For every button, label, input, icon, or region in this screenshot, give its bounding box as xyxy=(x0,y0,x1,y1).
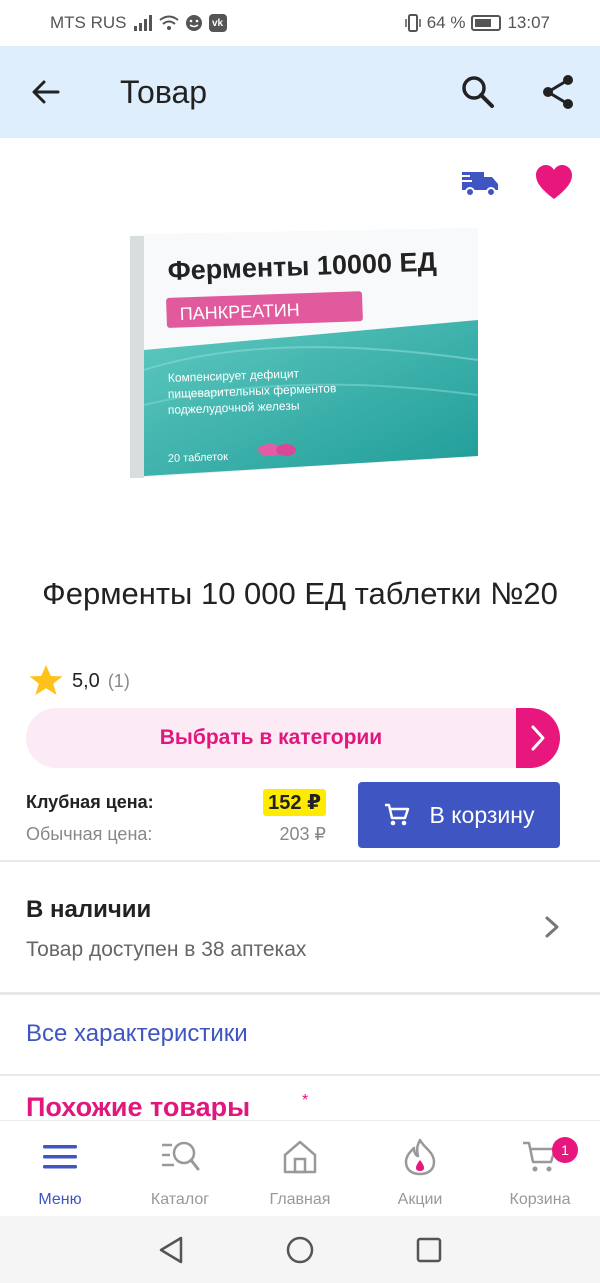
vk-icon: vk xyxy=(208,14,227,32)
divider xyxy=(0,992,600,995)
recents-square-icon[interactable] xyxy=(415,1236,443,1264)
rating[interactable]: 5,0 (1) xyxy=(28,664,130,698)
rating-value: 5,0 xyxy=(72,669,100,692)
stock-subtitle: Товар доступен в 38 аптеках xyxy=(26,938,307,961)
system-nav-bar xyxy=(0,1216,600,1283)
club-price: 152 ₽ xyxy=(263,788,326,816)
arrow-left-icon xyxy=(32,80,60,104)
stock-availability[interactable]: В наличии Товар доступен в 38 аптеках xyxy=(0,862,600,992)
nav-item-catalog[interactable]: Каталог xyxy=(120,1121,240,1216)
nav-label-cart: Корзина xyxy=(509,1191,571,1208)
product-image[interactable]: Ферменты 10000 ЕД ПАНКРЕАТИН Компенсируе… xyxy=(120,220,480,490)
star-icon xyxy=(29,665,63,695)
promo-icon xyxy=(400,1137,440,1177)
similar-products-mark: * xyxy=(302,1092,309,1109)
regular-price: 203 ₽ xyxy=(279,823,327,844)
nav-label-home: Главная xyxy=(269,1191,331,1208)
bottom-nav: Меню Каталог Главная Акции 1 Корзина xyxy=(0,1120,600,1216)
nav-label-menu: Меню xyxy=(38,1191,82,1208)
signal-icon xyxy=(133,15,152,31)
delivery-truck-icon[interactable] xyxy=(460,166,500,200)
share-icon xyxy=(543,75,573,109)
favorite-heart-icon[interactable] xyxy=(534,164,574,202)
nav-label-catalog: Каталог xyxy=(150,1191,210,1208)
battery-icon xyxy=(471,15,502,31)
price-block: Клубная цена: 152 ₽ Обычная цена: 203 ₽ xyxy=(26,786,326,850)
nav-item-cart[interactable]: 1 Корзина xyxy=(480,1121,600,1216)
chevron-right-icon xyxy=(545,916,559,938)
cart-icon xyxy=(384,803,409,826)
nav-label-promo: Акции xyxy=(397,1191,443,1208)
stock-title: В наличии xyxy=(26,896,152,923)
box-badge: ПАНКРЕАТИН xyxy=(179,300,300,324)
nav-item-home[interactable]: Главная xyxy=(240,1121,360,1216)
clock: 13:07 xyxy=(507,13,550,32)
menu-icon xyxy=(40,1137,80,1177)
wifi-icon xyxy=(158,15,179,30)
cart-count-badge: 1 xyxy=(552,1137,578,1163)
club-price-label: Клубная цена: xyxy=(26,791,154,812)
box-count: 20 таблеток xyxy=(168,451,229,465)
add-to-cart-button[interactable]: В корзину xyxy=(358,782,560,848)
smiley-icon xyxy=(185,15,202,31)
all-specs-link[interactable]: Все характеристики xyxy=(26,1020,248,1048)
rating-count: (1) xyxy=(107,670,130,691)
regular-price-label: Обычная цена: xyxy=(26,823,153,844)
vibrate-icon xyxy=(404,14,421,32)
similar-products-heading: Похожие товары xyxy=(26,1092,251,1120)
back-triangle-icon[interactable] xyxy=(157,1235,185,1265)
share-button[interactable] xyxy=(540,74,580,114)
app-bar: Товар xyxy=(0,46,600,138)
home-icon xyxy=(280,1137,320,1177)
divider xyxy=(0,1074,600,1076)
carrier-name: MTS RUS xyxy=(50,13,127,32)
battery-percent: 64 % xyxy=(426,13,466,32)
nav-item-promo[interactable]: Акции xyxy=(360,1121,480,1216)
page-title: Товар xyxy=(120,74,208,110)
home-circle-icon[interactable] xyxy=(285,1235,315,1265)
search-button[interactable] xyxy=(460,74,500,114)
add-to-cart-label: В корзину xyxy=(429,801,535,828)
catalog-icon xyxy=(160,1137,200,1177)
search-icon xyxy=(462,76,494,108)
nav-item-menu[interactable]: Меню xyxy=(0,1121,120,1216)
back-button[interactable] xyxy=(28,74,64,110)
product-name: Ферменты 10 000 ЕД таблетки №20 xyxy=(42,576,558,611)
status-bar: MTS RUS vk 64 % 13:07 xyxy=(0,0,600,46)
choose-category-label: Выбрать в категории xyxy=(159,726,383,749)
choose-category-button[interactable]: Выбрать в категории xyxy=(26,708,560,768)
chevron-right-icon xyxy=(516,708,560,768)
